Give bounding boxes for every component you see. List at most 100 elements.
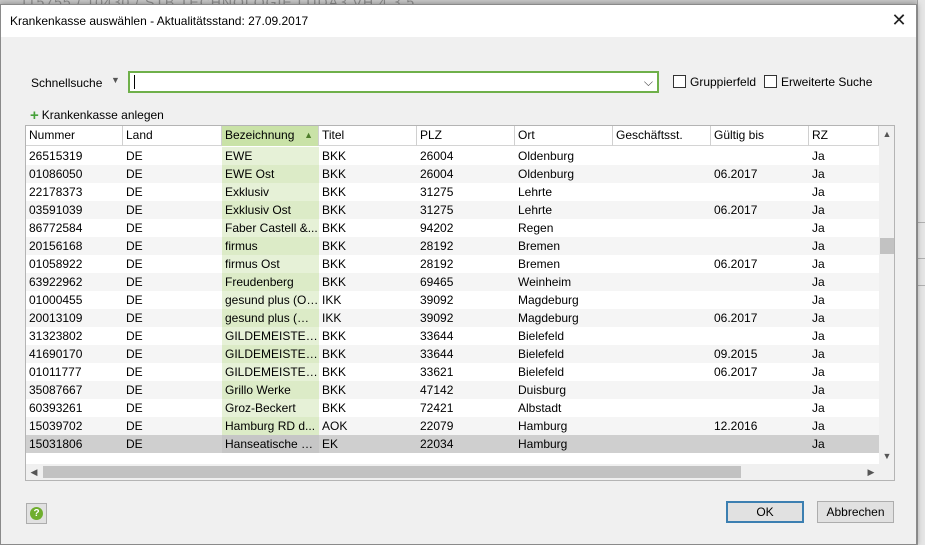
cell-land: DE: [126, 329, 143, 343]
cell-plz: 39092: [420, 293, 454, 307]
cell-gueltig-bis: [711, 327, 809, 345]
column-header-bezeichnung[interactable]: Bezeichnung ▲: [222, 126, 319, 146]
table-row[interactable]: 60393261 DE Groz-Beckert BKK 72421 Albstadt Ja: [26, 399, 879, 417]
cell-land: DE: [126, 221, 143, 235]
cell-gueltig-bis: 06.2017: [714, 311, 758, 325]
cell-ort: Lehrte: [518, 185, 553, 199]
cell-bezeichnung: Exklusiv: [222, 183, 319, 201]
column-header-label: Land: [126, 128, 153, 142]
cell-nummer: 03591039: [29, 203, 83, 217]
table-row[interactable]: 22178373 DE Exklusiv BKK 31275 Lehrte Ja: [26, 183, 879, 201]
cell-ort: Bremen: [518, 239, 561, 253]
cell-ort: Oldenburg: [518, 149, 575, 163]
cell-rz: Ja: [812, 203, 825, 217]
quicksearch-row: Schnellsuche ▼ ⌵ Gruppierfeld Erweiterte…: [1, 69, 916, 95]
cell-ort: Bielefeld: [518, 365, 565, 379]
ok-button[interactable]: OK: [726, 501, 804, 523]
cell-nummer: 15039702: [29, 419, 83, 433]
quicksearch-input[interactable]: ⌵: [128, 71, 659, 93]
quicksearch-mode-dropdown-icon[interactable]: ▼: [111, 75, 120, 85]
scroll-down-icon[interactable]: ▼: [879, 448, 894, 464]
vertical-scroll-thumb[interactable]: [880, 238, 894, 254]
cell-titel: BKK: [322, 149, 347, 163]
cell-nummer: 01000455: [29, 293, 83, 307]
table-row[interactable]: 01058922 DE firmus Ost BKK 28192 Bremen 06.201…: [26, 255, 879, 273]
cell-titel: EK: [322, 437, 339, 451]
table-row[interactable]: 01086050 DE EWE Ost BKK 26004 Oldenburg 06.201…: [26, 165, 879, 183]
cell-nummer: 31323802: [29, 329, 83, 343]
group-field-checkbox[interactable]: Gruppierfeld: [673, 75, 756, 91]
checkbox-box[interactable]: [673, 75, 686, 88]
cell-geschaeftsstelle: [613, 273, 711, 291]
cell-rz: Ja: [812, 239, 825, 253]
help-button[interactable]: ?: [26, 503, 47, 524]
extended-search-label: Erweiterte Suche: [781, 75, 873, 89]
cell-ort: Bremen: [518, 257, 561, 271]
chevron-down-icon[interactable]: ⌵: [644, 73, 653, 91]
add-insurance-link[interactable]: + Krankenkasse anlegen: [30, 107, 164, 124]
cell-plz: 72421: [420, 401, 454, 415]
column-header-land[interactable]: Land: [123, 126, 222, 146]
column-header-plz[interactable]: PLZ: [417, 126, 515, 146]
scroll-left-icon[interactable]: ◀: [26, 464, 42, 480]
table-row[interactable]: 63922962 DE Freudenberg BKK 69465 Weinheim Ja: [26, 273, 879, 291]
cell-geschaeftsstelle: [613, 219, 711, 237]
cell-titel: BKK: [322, 347, 347, 361]
extended-search-checkbox[interactable]: Erweiterte Suche: [764, 75, 872, 91]
column-header-nummer[interactable]: Nummer: [26, 126, 123, 146]
cell-gueltig-bis: [711, 291, 809, 309]
table-row[interactable]: 35087667 DE Grillo Werke BKK 47142 Duisburg Ja: [26, 381, 879, 399]
checkbox-box[interactable]: [764, 75, 777, 88]
cell-geschaeftsstelle: [613, 291, 711, 309]
cell-ort: Albstadt: [518, 401, 562, 415]
cell-gueltig-bis: [711, 273, 809, 291]
scroll-right-icon[interactable]: ▶: [863, 464, 879, 480]
column-header-gueltig-bis[interactable]: Gültig bis: [711, 126, 809, 146]
table-row[interactable]: 41690170 DE GILDEMEISTER... BKK 33644 Bielefe…: [26, 345, 879, 363]
cell-bezeichnung: EWE Ost: [222, 165, 319, 183]
background-field: [918, 258, 925, 278]
cell-geschaeftsstelle: [613, 201, 711, 219]
table-row[interactable]: 31323802 DE GILDEMEISTER... BKK 33644 Bielefe…: [26, 327, 879, 345]
cell-rz: Ja: [812, 419, 825, 433]
cell-rz: Ja: [812, 383, 825, 397]
column-header-titel[interactable]: Titel: [319, 126, 417, 146]
cancel-button[interactable]: Abbrechen: [817, 501, 894, 523]
column-header-geschaeftsstelle[interactable]: Geschäftsst.: [613, 126, 711, 146]
cell-gueltig-bis: [711, 219, 809, 237]
cell-rz: Ja: [812, 365, 825, 379]
cell-plz: 39092: [420, 311, 454, 325]
cell-geschaeftsstelle: [613, 165, 711, 183]
table-row[interactable]: 86772584 DE Faber Castell &... BKK 94202 Rege…: [26, 219, 879, 237]
cell-geschaeftsstelle: [613, 309, 711, 327]
cell-geschaeftsstelle: [613, 399, 711, 417]
close-icon[interactable]: ✕: [888, 10, 910, 32]
table-row[interactable]: 03591039 DE Exklusiv Ost BKK 31275 Lehrte 06.2…: [26, 201, 879, 219]
cell-nummer: 63922962: [29, 275, 83, 289]
horizontal-scroll-thumb[interactable]: [43, 466, 741, 478]
column-header-label: Geschäftsst.: [616, 128, 683, 142]
table-row[interactable]: 20156168 DE firmus BKK 28192 Bremen Ja: [26, 237, 879, 255]
cell-ort: Hamburg: [518, 419, 568, 433]
cell-geschaeftsstelle: [613, 417, 711, 435]
table-row[interactable]: 26515319 DE EWE BKK 26004 Oldenburg Ja: [26, 147, 879, 165]
table-row[interactable]: 01000455 DE gesund plus (Ost) IKK 39092 Magde…: [26, 291, 879, 309]
cell-gueltig-bis: 06.2017: [714, 167, 758, 181]
column-header-ort[interactable]: Ort: [515, 126, 613, 146]
table-row[interactable]: 01011777 DE GILDEMEISTER... BKK 33621 Bielefe…: [26, 363, 879, 381]
cell-gueltig-bis: [711, 435, 809, 453]
table-row[interactable]: 15031806 DE Hanseatische Kr... EK 22034 Hambu…: [26, 435, 879, 453]
cell-titel: BKK: [322, 257, 347, 271]
scroll-up-icon[interactable]: ▲: [879, 126, 894, 142]
table-row[interactable]: 20013109 DE gesund plus (We... IKK 39092 Magd…: [26, 309, 879, 327]
background-right-panel: [917, 0, 925, 545]
column-header-rz[interactable]: RZ: [809, 126, 879, 146]
cell-titel: BKK: [322, 275, 347, 289]
vertical-scrollbar[interactable]: ▲ ▼: [879, 126, 894, 464]
table-row[interactable]: 15039702 DE Hamburg RD d... AOK 22079 Hamburg…: [26, 417, 879, 435]
help-icon: ?: [30, 507, 43, 520]
cell-geschaeftsstelle: [613, 237, 711, 255]
quicksearch-label: Schnellsuche: [31, 76, 103, 90]
horizontal-scrollbar[interactable]: ◀ ▶: [26, 464, 879, 480]
cell-bezeichnung: gesund plus (We...: [222, 309, 319, 327]
